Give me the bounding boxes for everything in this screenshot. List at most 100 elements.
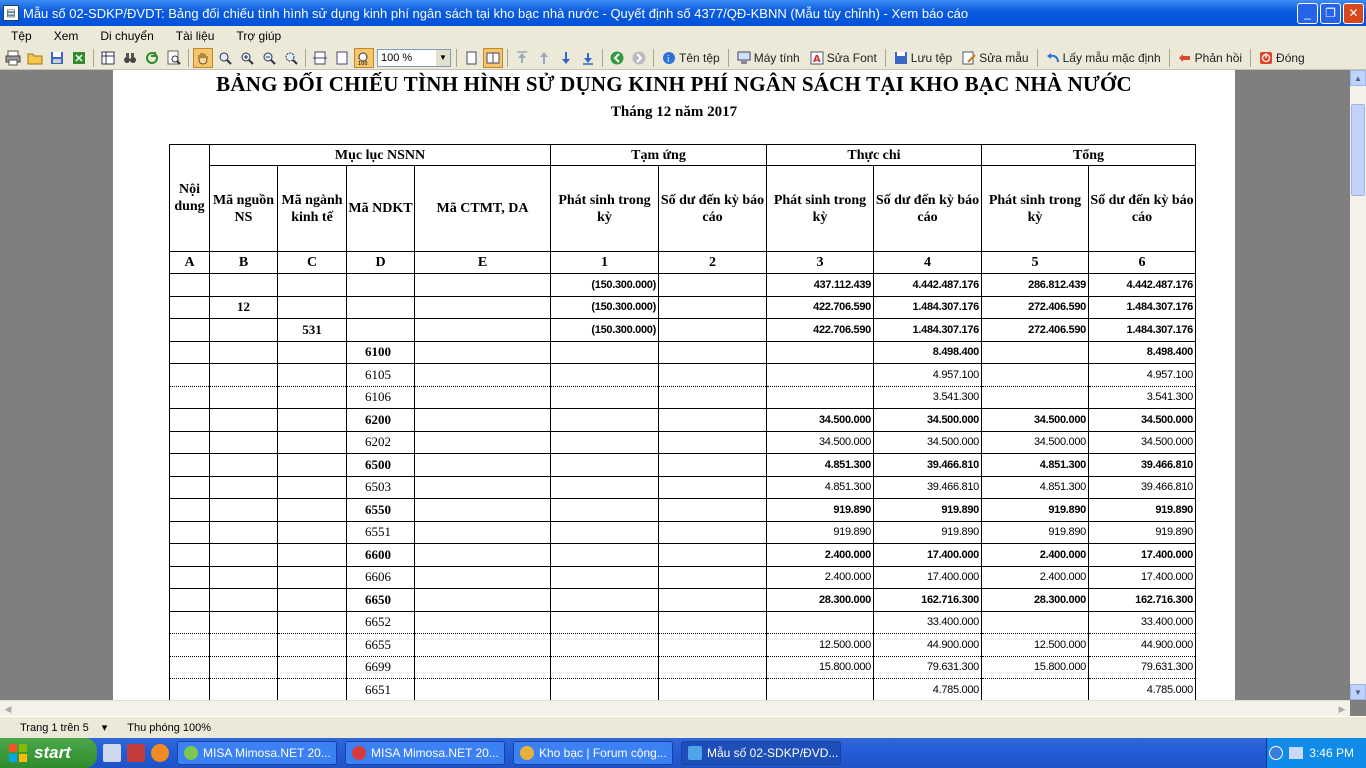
network-icon[interactable]: [1289, 747, 1304, 759]
header-muc-luc: Mục lục NSNN: [209, 144, 551, 166]
toolbar-separator: [456, 48, 457, 67]
table-cell-v1: [550, 476, 659, 499]
menu-file[interactable]: Tệp: [0, 29, 43, 43]
header-tong-so-du: Số dư đến kỳ báo cáo: [1088, 165, 1196, 252]
scroll-right-icon[interactable]: ▶: [1334, 701, 1350, 717]
page-indicator[interactable]: Trang 1 trên 5 ▾: [0, 721, 117, 734]
table-cell-v2: [658, 318, 767, 342]
table-cell-b: [209, 453, 278, 477]
save-file-button[interactable]: Lưu tệp: [890, 48, 956, 68]
menu-navigate[interactable]: Di chuyển: [89, 29, 164, 43]
minimize-button[interactable]: _: [1297, 2, 1318, 24]
export-excel-icon[interactable]: [69, 48, 89, 68]
table-cell-v6: 4.785.000: [1088, 678, 1196, 700]
report-viewport[interactable]: BẢNG ĐỐI CHIẾU TÌNH HÌNH SỬ DỤNG KINH PH…: [0, 70, 1350, 700]
table-cell-a: [169, 318, 210, 342]
menu-document[interactable]: Tài liệu: [165, 29, 226, 43]
page-width-icon[interactable]: [310, 48, 330, 68]
previous-page-icon[interactable]: [534, 48, 554, 68]
save-disk-icon[interactable]: [47, 48, 67, 68]
next-page-icon[interactable]: [556, 48, 576, 68]
table-cell-v5: [981, 363, 1089, 387]
hand-tool-icon[interactable]: [193, 47, 213, 68]
firefox-icon[interactable]: [151, 744, 169, 762]
table-cell-d: [346, 273, 415, 297]
page-search-icon[interactable]: [164, 48, 184, 68]
restore-button[interactable]: ❐: [1320, 2, 1341, 24]
windows-logo-icon: [9, 744, 27, 762]
table-cell-v4: 39.466.810: [873, 476, 982, 499]
tray-expand-icon[interactable]: [1269, 746, 1284, 760]
actual-size-icon[interactable]: 100: [354, 47, 374, 68]
scroll-up-icon[interactable]: ▲: [1350, 70, 1366, 86]
table-cell-v5: 919.890: [981, 521, 1089, 544]
clock[interactable]: 3:46 PM: [1309, 746, 1354, 760]
default-template-button[interactable]: Lấy mẫu mặc định: [1042, 48, 1165, 68]
taskbar-item-active[interactable]: Mẫu số 02-SDKP/ĐVD...: [681, 741, 841, 765]
table-cell-d: 6655: [346, 633, 415, 657]
first-page-icon[interactable]: [512, 48, 532, 68]
table-cell-v2: [658, 408, 767, 432]
horizontal-scrollbar[interactable]: ◀ ▶: [0, 700, 1350, 716]
table-cell-c: [277, 566, 347, 589]
zoom-select[interactable]: 100 % ▼: [377, 48, 451, 67]
col-code: D: [346, 251, 415, 274]
table-cell-b: 12: [209, 296, 278, 319]
single-page-icon[interactable]: [461, 48, 481, 68]
table-cell-d: 6105: [346, 363, 415, 387]
open-folder-icon[interactable]: [25, 48, 45, 68]
table-cell-v2: [658, 611, 767, 634]
feedback-label: Phản hồi: [1194, 50, 1243, 65]
computer-button[interactable]: Máy tính: [733, 48, 804, 68]
table-cell-v2: [658, 296, 767, 319]
table-row: 6600 2.400.000 17.400.000 2.400.000 17.400.0…: [169, 543, 1196, 567]
table-cell-e: [414, 431, 551, 454]
scroll-left-icon[interactable]: ◀: [0, 701, 16, 717]
table-cell-c: [277, 656, 347, 679]
zoom-fit-icon[interactable]: [281, 48, 301, 68]
table-cell-v6: 39.466.810: [1088, 453, 1196, 477]
scroll-thumb[interactable]: [1351, 104, 1365, 196]
header-ma-nguon: Mã nguồn NS: [209, 165, 278, 252]
table-cell-v5: 919.890: [981, 498, 1089, 522]
close-report-button[interactable]: Đóng: [1255, 48, 1309, 68]
file-name-button[interactable]: i Tên tệp: [658, 48, 724, 68]
multi-page-icon[interactable]: [483, 47, 503, 68]
feedback-button[interactable]: Phản hồi: [1174, 48, 1246, 68]
forward-icon[interactable]: [629, 48, 649, 68]
table-cell-e: [414, 543, 551, 567]
last-page-icon[interactable]: [578, 48, 598, 68]
menu-view[interactable]: Xem: [43, 29, 90, 43]
table-cell-v1: [550, 341, 659, 364]
taskbar-item[interactable]: Kho bạc | Forum cộng...: [513, 741, 673, 765]
print-icon[interactable]: [3, 48, 23, 68]
edit-template-button[interactable]: Sửa mẫu: [958, 48, 1032, 68]
table-cell-v4: 17.400.000: [873, 543, 982, 567]
taskbar-item[interactable]: MISA Mimosa.NET 20...: [177, 741, 337, 765]
table-cell-v1: (150.300.000): [550, 318, 659, 342]
zoom-icon[interactable]: [215, 48, 235, 68]
back-icon[interactable]: [607, 48, 627, 68]
scroll-down-icon[interactable]: ▼: [1350, 684, 1366, 700]
quicklaunch-app-icon[interactable]: [103, 744, 121, 762]
table-cell-b: [209, 273, 278, 297]
toolbar-separator: [507, 48, 508, 67]
edit-font-button[interactable]: A Sửa Font: [806, 48, 881, 68]
table-cell-v3: 4.851.300: [766, 476, 874, 499]
binoculars-icon[interactable]: [120, 48, 140, 68]
window-titlebar[interactable]: ▤ Mẫu số 02-SDKP/ĐVDT: Bảng đối chiếu tì…: [0, 0, 1366, 26]
table-view-icon[interactable]: [98, 48, 118, 68]
table-cell-v6: 8.498.400: [1088, 341, 1196, 364]
taskbar-item[interactable]: MISA Mimosa.NET 20...: [345, 741, 505, 765]
zoom-in-icon[interactable]: [237, 48, 257, 68]
close-window-button[interactable]: ✕: [1343, 2, 1364, 24]
quicklaunch-media-icon[interactable]: [127, 744, 145, 762]
table-cell-a: [169, 476, 210, 499]
vertical-scrollbar[interactable]: ▲ ▼: [1350, 70, 1366, 700]
whole-page-icon[interactable]: [332, 48, 352, 68]
refresh-icon[interactable]: [142, 48, 162, 68]
menu-help[interactable]: Trợ giúp: [225, 29, 292, 43]
start-button[interactable]: start: [0, 738, 97, 768]
col-code: E: [414, 251, 551, 274]
zoom-out-icon[interactable]: [259, 48, 279, 68]
